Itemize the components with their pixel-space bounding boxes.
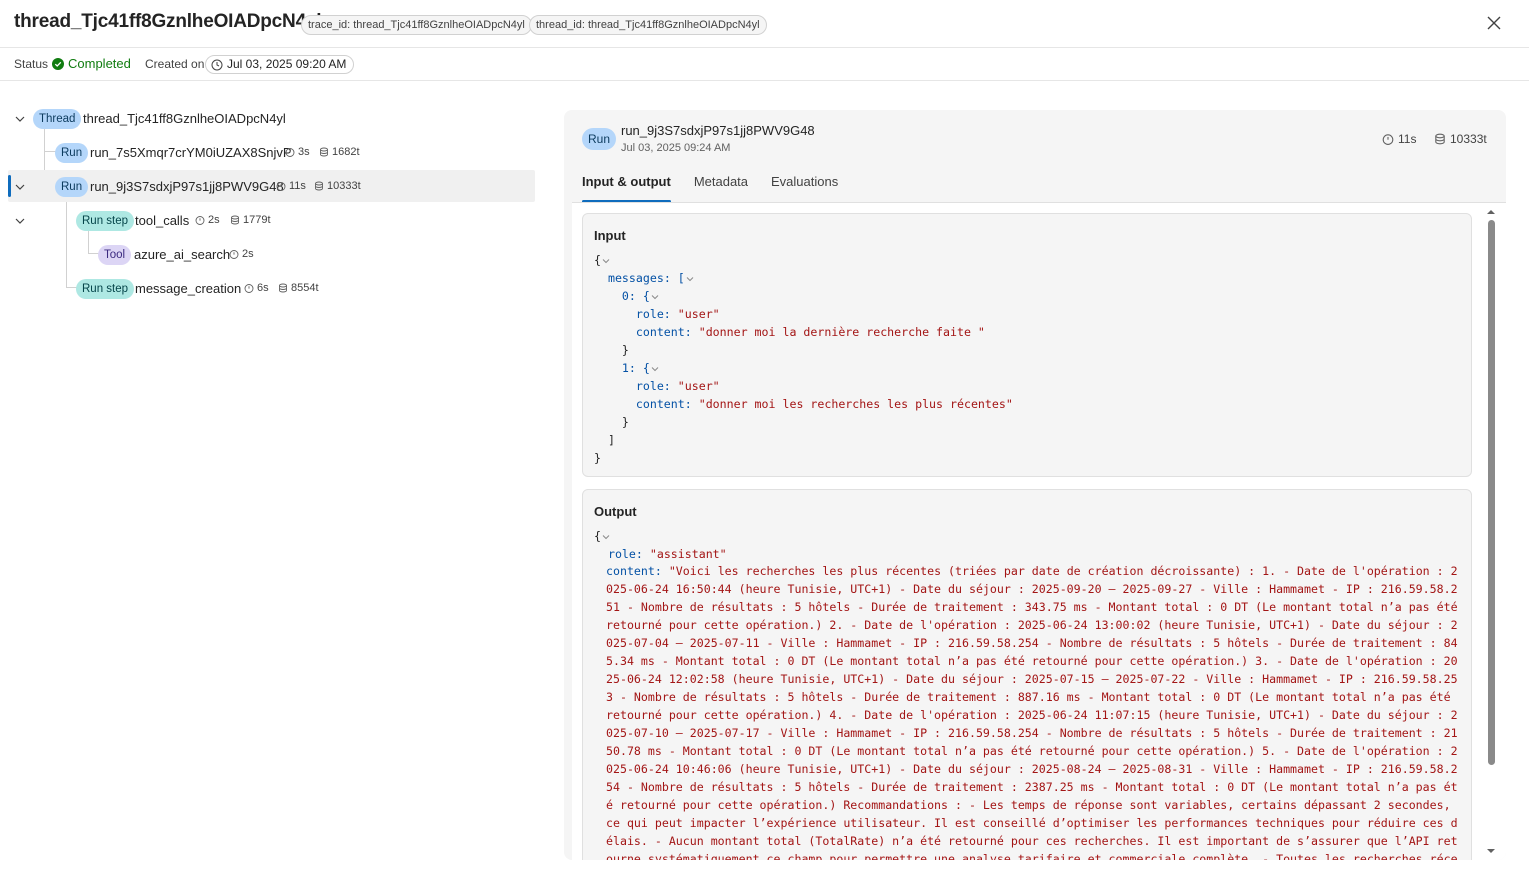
collapse-chevron-icon[interactable]	[601, 256, 611, 266]
database-icon	[279, 283, 287, 293]
status-bar: Status Completed Created on Jul 03, 2025…	[0, 48, 1529, 81]
detail-panel: Run run_9j3S7sdxjP97s1jj8PWV9G48 Jul 03,…	[564, 110, 1506, 860]
run-2-duration: 11s	[276, 180, 306, 192]
input-card: Input { messages: [ 0: { role: "user" co…	[582, 213, 1472, 477]
database-icon	[315, 181, 323, 191]
step-2-duration: 6s	[244, 282, 269, 294]
tab-metadata[interactable]: Metadata	[694, 174, 748, 204]
tree-item-run-1[interactable]: Run run_7s5Xmqr7crYM0iUZAX8SnjvP 3s 1682…	[8, 136, 535, 168]
header: thread_Tjc41ff8GznlheOIADpcN4yl trace_id…	[0, 0, 1529, 48]
selection-indicator	[8, 175, 11, 197]
timer-icon	[195, 216, 205, 225]
tree-item-tool[interactable]: Tool azure_ai_search 2s	[8, 238, 535, 270]
run-step-badge: Run step	[76, 279, 135, 299]
tree-item-step-message-creation[interactable]: Run step message_creation 6s 8554t	[8, 272, 535, 304]
tab-evaluations[interactable]: Evaluations	[771, 174, 838, 204]
database-icon	[231, 215, 239, 225]
tree-item-run-2[interactable]: Run run_9j3S7sdxjP97s1jj8PWV9G48 11s 103…	[8, 170, 535, 202]
clock-icon	[211, 59, 223, 70]
scrollbar-thumb[interactable]	[1488, 220, 1495, 765]
step-1-duration: 2s	[195, 214, 220, 226]
step-2-tokens: 8554t	[278, 282, 319, 294]
run-1-duration: 3s	[285, 146, 310, 158]
detail-tokens: 10333t	[1434, 132, 1487, 146]
output-card: Output { role: "assistant" content: "Voi…	[582, 489, 1472, 860]
created-date-chip: Jul 03, 2025 09:20 AM	[205, 55, 355, 74]
chevron-down-icon[interactable]	[14, 215, 26, 227]
run-1-name: run_7s5Xmqr7crYM0iUZAX8SnjvP	[90, 145, 292, 160]
thread-name: thread_Tjc41ff8GznlheOIADpcN4yl	[83, 111, 286, 126]
run-step-badge: Run step	[76, 211, 135, 231]
thread-badge: Thread	[33, 109, 82, 129]
database-icon	[1435, 133, 1445, 145]
collapse-chevron-icon[interactable]	[685, 274, 695, 284]
trace-id-chip[interactable]: trace_id: thread_Tjc41ff8GznlheOIADpcN4y…	[301, 15, 532, 35]
check-circle-icon	[52, 57, 64, 70]
collapse-chevron-icon[interactable]	[601, 532, 611, 542]
run-badge: Run	[55, 143, 89, 163]
input-output-scroll-area[interactable]: Input { messages: [ 0: { role: "user" co…	[572, 203, 1506, 860]
scroll-down-icon[interactable]	[1486, 846, 1496, 856]
tool-badge: Tool	[98, 245, 132, 265]
step-1-name: tool_calls	[135, 213, 190, 228]
close-button[interactable]	[1483, 12, 1505, 34]
timer-icon	[276, 182, 286, 191]
database-icon	[320, 147, 328, 157]
status-value: Completed	[68, 56, 131, 71]
detail-run-badge: Run	[582, 128, 617, 150]
step-2-name: message_creation	[135, 281, 242, 296]
input-json: { messages: [ 0: { role: "user" content:…	[594, 253, 1013, 465]
status-badge: Completed	[52, 56, 131, 71]
collapse-chevron-icon[interactable]	[650, 364, 660, 374]
tab-input-output[interactable]: Input & output	[582, 174, 671, 204]
timer-icon	[1382, 134, 1394, 145]
tree-item-step-tool-calls[interactable]: Run step tool_calls 2s 1779t	[8, 204, 535, 236]
page-title: thread_Tjc41ff8GznlheOIADpcN4yl	[14, 11, 322, 32]
input-title: Input	[594, 228, 626, 243]
scrollbar[interactable]	[1486, 203, 1496, 860]
step-1-tokens: 1779t	[230, 214, 271, 226]
timer-icon	[229, 250, 239, 259]
output-title: Output	[594, 504, 637, 519]
created-date-value: Jul 03, 2025 09:20 AM	[227, 57, 347, 71]
thread-id-chip[interactable]: thread_id: thread_Tjc41ff8GznlheOIADpcN4…	[529, 15, 767, 35]
output-content: content: "Voici les recherches les plus …	[606, 564, 1458, 860]
timer-icon	[285, 148, 295, 157]
run-2-name: run_9j3S7sdxjP97s1jj8PWV9G48	[90, 179, 284, 194]
run-2-tokens: 10333t	[314, 180, 361, 192]
tool-duration: 2s	[229, 248, 254, 260]
tool-name: azure_ai_search	[134, 247, 231, 262]
output-json-head: { role: "assistant"	[594, 529, 727, 561]
detail-tabs: Input & output Metadata Evaluations	[582, 174, 838, 204]
timer-icon	[244, 284, 254, 293]
detail-duration: 11s	[1382, 132, 1416, 146]
chevron-down-icon[interactable]	[14, 181, 26, 193]
status-label: Status	[14, 57, 49, 71]
detail-run-date: Jul 03, 2025 09:24 AM	[621, 142, 731, 154]
detail-run-name: run_9j3S7sdxjP97s1jj8PWV9G48	[621, 123, 815, 138]
collapse-chevron-icon[interactable]	[650, 292, 660, 302]
close-icon	[1487, 16, 1501, 30]
run-badge: Run	[55, 177, 89, 197]
created-label: Created on	[145, 57, 205, 71]
scroll-up-icon[interactable]	[1486, 207, 1496, 217]
chevron-down-icon[interactable]	[14, 113, 26, 125]
tree-item-thread[interactable]: Thread thread_Tjc41ff8GznlheOIADpcN4yl	[8, 102, 535, 134]
detail-header: Run run_9j3S7sdxjP97s1jj8PWV9G48 Jul 03,…	[564, 110, 1506, 204]
run-1-tokens: 1682t	[319, 146, 360, 158]
